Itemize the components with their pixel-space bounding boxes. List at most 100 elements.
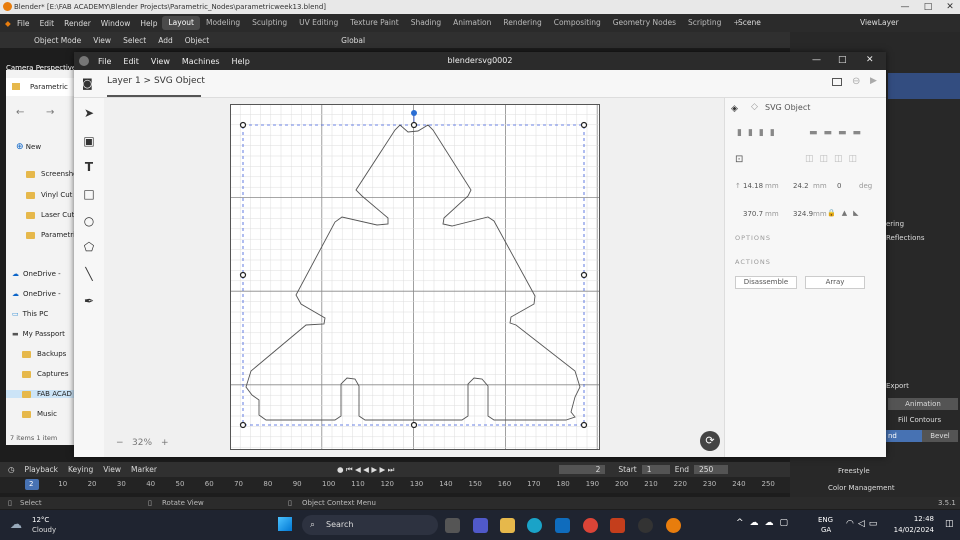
rectangle-icon[interactable]: □	[82, 187, 96, 201]
rp-item[interactable]: Reflections	[886, 234, 924, 242]
start-icon[interactable]	[278, 517, 292, 531]
vp-menu-view[interactable]: View	[87, 36, 117, 45]
current-frame[interactable]: 2	[559, 465, 606, 474]
blender-icon[interactable]	[666, 518, 681, 533]
pointer-icon[interactable]: ➤	[82, 106, 96, 120]
outlook-icon[interactable]	[555, 518, 570, 533]
scene-selector[interactable]: Scene	[738, 18, 761, 27]
list-item[interactable]: Laser Cut	[26, 211, 74, 219]
resize-handle[interactable]	[580, 421, 588, 429]
tab-rendering[interactable]: Rendering	[497, 16, 547, 30]
tab-shading[interactable]: Shading	[405, 16, 447, 30]
canvas-area[interactable]: − 32% + ⟳	[104, 98, 724, 457]
rp-color-management[interactable]: Color Management	[828, 484, 895, 492]
forward-arrow-icon[interactable]: →	[46, 107, 54, 118]
y-value[interactable]: 24.2	[793, 182, 809, 190]
array-button[interactable]: Array	[805, 276, 865, 289]
menu-window[interactable]: Window	[96, 19, 136, 28]
rotation-value[interactable]: 0	[837, 182, 841, 190]
vp-menu-object[interactable]: Object	[179, 36, 215, 45]
rp-freestyle[interactable]: Freestyle	[838, 467, 870, 475]
tab-sculpting[interactable]: Sculpting	[246, 16, 293, 30]
close-icon[interactable]: ✕	[866, 55, 874, 65]
image-icon[interactable]: ▣	[82, 134, 96, 148]
transform-orientation-dropdown[interactable]: Global	[335, 36, 371, 45]
polygon-icon[interactable]: ⬠	[82, 240, 96, 254]
menu-file[interactable]: File	[12, 19, 35, 28]
list-item[interactable]: ☁ OneDrive -	[12, 290, 61, 298]
zoom-in-button[interactable]: +	[161, 438, 169, 448]
list-item[interactable]: Vinyl Cut	[26, 191, 72, 199]
object-mode-dropdown[interactable]: Object Mode	[28, 36, 87, 45]
fit-icon[interactable]: ⊡	[735, 154, 743, 165]
circle-icon[interactable]: ○	[82, 214, 96, 228]
minimize-icon[interactable]: —	[812, 55, 821, 65]
taskbar-search[interactable]: ⌕ Search	[302, 515, 438, 535]
reset-view-icon[interactable]: ⟳	[700, 431, 720, 451]
toggle-icon[interactable]: ⊖	[852, 76, 860, 87]
pen-icon[interactable]: ✒	[82, 294, 96, 308]
edge-icon[interactable]	[527, 518, 542, 533]
list-item[interactable]: Parametric	[26, 231, 79, 239]
vp-menu-select[interactable]: Select	[117, 36, 152, 45]
explorer-icon[interactable]	[500, 518, 515, 533]
rotate-handle[interactable]	[411, 110, 417, 116]
vp-menu-add[interactable]: Add	[152, 36, 179, 45]
notification-icon[interactable]: ◫	[945, 519, 954, 529]
text-icon[interactable]: T	[82, 160, 96, 174]
play-icon[interactable]: ▶	[870, 76, 877, 86]
weather-icon[interactable]: ☁	[10, 517, 22, 531]
width-value[interactable]: 370.7	[743, 210, 763, 218]
menu-edit[interactable]: Edit	[35, 19, 60, 28]
timeline-playback[interactable]: Playback	[20, 465, 63, 474]
tab-texture-paint[interactable]: Texture Paint	[344, 16, 404, 30]
teams-icon[interactable]	[473, 518, 488, 533]
timeline-view[interactable]: View	[98, 465, 126, 474]
viewlayer-selector[interactable]: ViewLayer	[860, 18, 899, 27]
tab-geometry-nodes[interactable]: Geometry Nodes	[607, 16, 682, 30]
clock-time[interactable]: 12:48	[902, 515, 934, 523]
rp-item[interactable]: ering	[886, 220, 904, 228]
resize-handle[interactable]	[239, 271, 247, 279]
timeline-ruler[interactable]: 2 10 20 30 40 50 60 70 80 90 100 110 120 130 140 150 160…	[0, 477, 790, 493]
x-value[interactable]: 14.18	[743, 182, 763, 190]
svg-canvas[interactable]	[230, 104, 600, 450]
lang-2[interactable]: GA	[821, 526, 831, 534]
timeline-keying[interactable]: Keying	[63, 465, 98, 474]
tab-scripting[interactable]: Scripting	[682, 16, 727, 30]
clock-date[interactable]: 14/02/2024	[890, 526, 934, 534]
list-item[interactable]: Captures	[22, 370, 68, 378]
network-icon[interactable]: ◠◁▭	[846, 519, 881, 529]
rp-item[interactable]: Fill Contours	[898, 416, 941, 424]
tab-animation[interactable]: Animation	[447, 16, 497, 30]
line-icon[interactable]: ╲	[82, 267, 96, 281]
preview-icon[interactable]	[832, 78, 842, 86]
resize-handle[interactable]	[239, 121, 247, 129]
list-item[interactable]: ▭ This PC	[12, 310, 48, 318]
zoom-out-button[interactable]: −	[116, 438, 124, 448]
start-frame[interactable]: 1	[641, 465, 670, 474]
close-button[interactable]: ✕	[940, 0, 960, 14]
tab-uv-editing[interactable]: UV Editing	[293, 16, 344, 30]
chrome-icon[interactable]	[583, 518, 598, 533]
tab-modeling[interactable]: Modeling	[200, 16, 246, 30]
powerpoint-icon[interactable]	[610, 518, 625, 533]
lang-1[interactable]: ENG	[818, 516, 833, 524]
rp-item[interactable]: Export	[886, 382, 909, 390]
tab-compositing[interactable]: Compositing	[548, 16, 607, 30]
resize-handle[interactable]	[580, 121, 588, 129]
list-item[interactable]: ☁ OneDrive -	[12, 270, 61, 278]
taskview-icon[interactable]	[445, 518, 460, 533]
tab-layout[interactable]: Layout	[162, 16, 200, 30]
blender-menu-icon[interactable]: ◆	[0, 19, 12, 28]
lock-icon[interactable]: 🔒▲◣	[827, 209, 864, 217]
align-left-icon[interactable]: ▮▮▮▮	[737, 128, 781, 138]
list-item[interactable]: Backups	[22, 350, 66, 358]
minimize-button[interactable]: —	[895, 0, 915, 14]
height-value[interactable]: 324.9	[793, 210, 813, 218]
resize-handle[interactable]	[410, 421, 418, 429]
list-item[interactable]: ▬ My Passport	[12, 330, 65, 338]
rp-item[interactable]: Bevel	[922, 430, 958, 442]
list-item[interactable]: Music	[22, 410, 57, 418]
back-arrow-icon[interactable]: ←	[16, 107, 24, 118]
